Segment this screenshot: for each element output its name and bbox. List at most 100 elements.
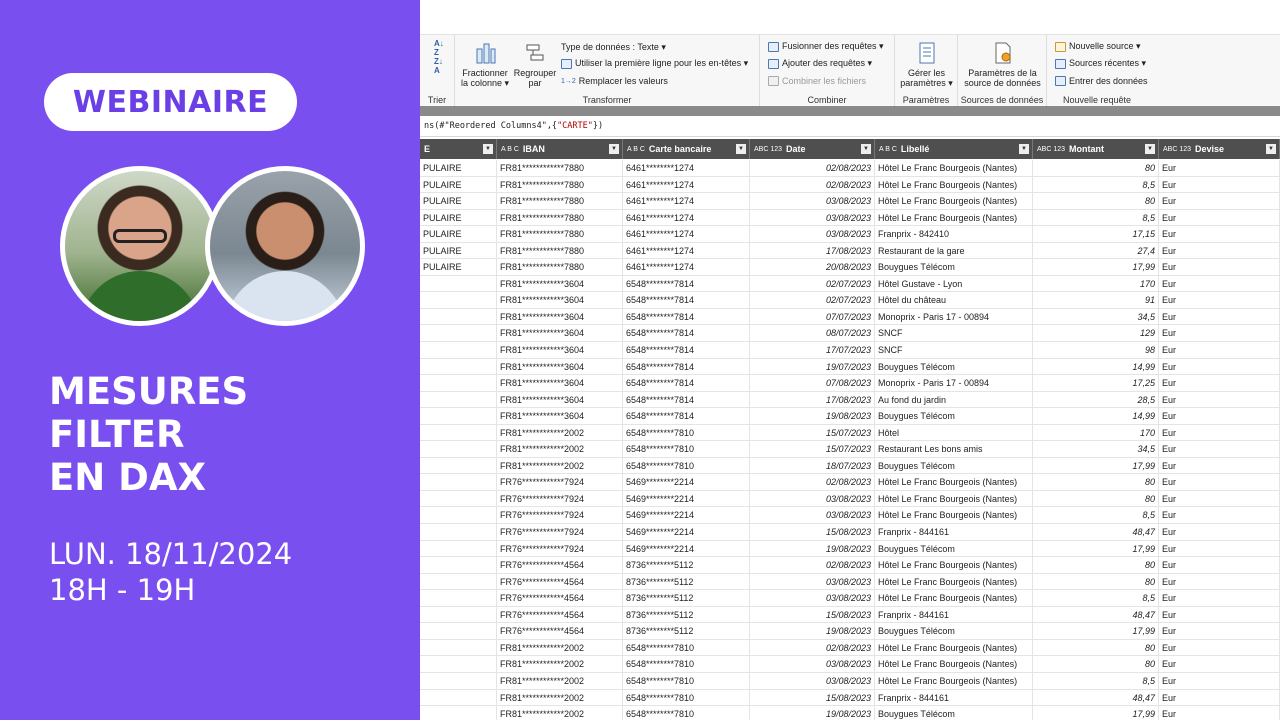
type-cell[interactable] xyxy=(420,557,497,574)
date-cell[interactable]: 19/08/2023 xyxy=(750,408,875,425)
amount-cell[interactable]: 80 xyxy=(1033,639,1159,657)
amount-cell[interactable]: 17,99 xyxy=(1033,259,1159,276)
currency-cell[interactable]: Eur xyxy=(1159,557,1280,574)
currency-cell[interactable]: Eur xyxy=(1159,623,1280,640)
date-cell[interactable]: 15/08/2023 xyxy=(750,606,875,624)
card-cell[interactable]: 5469********2214 xyxy=(623,524,750,541)
table-row[interactable]: FR81************2002 6548********7810 19/0… xyxy=(420,706,1280,720)
table-row[interactable]: FR76************4564 8736********5112 03/0… xyxy=(420,573,1280,591)
card-cell[interactable]: 6548********7810 xyxy=(623,672,750,690)
date-cell[interactable]: 02/08/2023 xyxy=(750,160,875,177)
label-cell[interactable]: Hôtel du château xyxy=(875,292,1033,309)
iban-cell[interactable]: FR76************4564 xyxy=(497,623,623,640)
type-cell[interactable] xyxy=(420,342,497,359)
date-cell[interactable]: 03/08/2023 xyxy=(750,590,875,607)
append-queries-button[interactable]: Ajouter des requêtes ▾ xyxy=(768,58,872,69)
label-cell[interactable]: Bouygues Télécom xyxy=(875,259,1033,276)
column-header-libelle[interactable]: A B C Libellé ▼ xyxy=(875,139,1033,159)
date-cell[interactable]: 02/08/2023 xyxy=(750,474,875,491)
recent-sources-button[interactable]: Sources récentes ▾ xyxy=(1055,58,1146,69)
card-cell[interactable]: 6548********7814 xyxy=(623,325,750,343)
iban-cell[interactable]: FR76************7924 xyxy=(497,507,623,525)
type-cell[interactable] xyxy=(420,606,497,624)
table-row[interactable]: FR81************2002 6548********7810 03/0… xyxy=(420,656,1280,673)
currency-cell[interactable]: Eur xyxy=(1159,292,1280,309)
type-cell[interactable] xyxy=(420,540,497,558)
table-row[interactable]: FR81************2002 6548********7810 02/0… xyxy=(420,639,1280,657)
column-header-devise[interactable]: ABC 123 Devise ▼ xyxy=(1159,139,1280,159)
type-cell[interactable] xyxy=(420,639,497,657)
card-cell[interactable]: 8736********5112 xyxy=(623,573,750,591)
iban-cell[interactable]: FR81************7880 xyxy=(497,209,623,227)
table-row[interactable]: FR76************7924 5469********2214 19/0… xyxy=(420,540,1280,558)
iban-cell[interactable]: FR81************3604 xyxy=(497,375,623,392)
card-cell[interactable]: 8736********5112 xyxy=(623,590,750,607)
date-cell[interactable]: 17/07/2023 xyxy=(750,342,875,359)
amount-cell[interactable]: 8,5 xyxy=(1033,590,1159,607)
type-cell[interactable]: PULAIRE xyxy=(420,160,497,177)
card-cell[interactable]: 6548********7814 xyxy=(623,375,750,392)
date-cell[interactable]: 19/07/2023 xyxy=(750,358,875,376)
type-cell[interactable] xyxy=(420,292,497,309)
amount-cell[interactable]: 80 xyxy=(1033,193,1159,210)
table-row[interactable]: FR81************3604 6548********7814 17/0… xyxy=(420,391,1280,409)
date-cell[interactable]: 19/08/2023 xyxy=(750,706,875,720)
type-cell[interactable] xyxy=(420,689,497,707)
amount-cell[interactable]: 8,5 xyxy=(1033,672,1159,690)
date-cell[interactable]: 15/08/2023 xyxy=(750,689,875,707)
table-row[interactable]: FR81************2002 6548********7810 15/0… xyxy=(420,424,1280,442)
label-cell[interactable]: Restaurant Les bons amis xyxy=(875,441,1033,458)
amount-cell[interactable]: 91 xyxy=(1033,292,1159,309)
amount-cell[interactable]: 34,5 xyxy=(1033,308,1159,326)
card-cell[interactable]: 6548********7810 xyxy=(623,706,750,720)
card-cell[interactable]: 6548********7810 xyxy=(623,441,750,458)
type-cell[interactable]: PULAIRE xyxy=(420,176,497,194)
label-cell[interactable]: Hôtel Le Franc Bourgeois (Nantes) xyxy=(875,490,1033,508)
card-cell[interactable]: 6548********7814 xyxy=(623,308,750,326)
data-source-settings-button[interactable]: Paramètres de la source de données xyxy=(960,41,1045,88)
label-cell[interactable]: Franprix - 842410 xyxy=(875,226,1033,243)
type-cell[interactable] xyxy=(420,507,497,525)
date-cell[interactable]: 02/08/2023 xyxy=(750,639,875,657)
amount-cell[interactable]: 17,99 xyxy=(1033,623,1159,640)
card-cell[interactable]: 6461********1274 xyxy=(623,242,750,260)
currency-cell[interactable]: Eur xyxy=(1159,358,1280,376)
card-cell[interactable]: 6461********1274 xyxy=(623,259,750,276)
table-row[interactable]: FR76************4564 8736********5112 19/0… xyxy=(420,623,1280,640)
amount-cell[interactable]: 28,5 xyxy=(1033,391,1159,409)
date-cell[interactable]: 03/08/2023 xyxy=(750,226,875,243)
currency-cell[interactable]: Eur xyxy=(1159,209,1280,227)
iban-cell[interactable]: FR81************2002 xyxy=(497,689,623,707)
amount-cell[interactable]: 80 xyxy=(1033,573,1159,591)
card-cell[interactable]: 6548********7814 xyxy=(623,292,750,309)
table-row[interactable]: PULAIRE FR81************7880 6461********1… xyxy=(420,160,1280,177)
table-row[interactable]: FR76************4564 8736********5112 15/0… xyxy=(420,606,1280,624)
iban-cell[interactable]: FR81************3604 xyxy=(497,358,623,376)
table-row[interactable]: PULAIRE FR81************7880 6461********1… xyxy=(420,242,1280,260)
date-cell[interactable]: 17/08/2023 xyxy=(750,242,875,260)
table-row[interactable]: FR81************3604 6548********7814 17/0… xyxy=(420,342,1280,359)
date-cell[interactable]: 03/08/2023 xyxy=(750,656,875,673)
card-cell[interactable]: 6461********1274 xyxy=(623,160,750,177)
column-header-carte[interactable]: A B C Carte bancaire ▼ xyxy=(623,139,750,159)
type-cell[interactable]: PULAIRE xyxy=(420,193,497,210)
iban-cell[interactable]: FR81************7880 xyxy=(497,259,623,276)
currency-cell[interactable]: Eur xyxy=(1159,639,1280,657)
table-row[interactable]: PULAIRE FR81************7880 6461********1… xyxy=(420,259,1280,276)
label-cell[interactable]: Monoprix - Paris 17 - 00894 xyxy=(875,308,1033,326)
date-cell[interactable]: 03/08/2023 xyxy=(750,672,875,690)
table-row[interactable]: FR76************4564 8736********5112 02/0… xyxy=(420,557,1280,574)
table-row[interactable]: FR81************3604 6548********7814 19/0… xyxy=(420,358,1280,376)
date-cell[interactable]: 19/08/2023 xyxy=(750,540,875,558)
table-row[interactable]: PULAIRE FR81************7880 6461********1… xyxy=(420,176,1280,194)
currency-cell[interactable]: Eur xyxy=(1159,524,1280,541)
currency-cell[interactable]: Eur xyxy=(1159,176,1280,194)
table-row[interactable]: FR81************3604 6548********7814 07/0… xyxy=(420,375,1280,392)
label-cell[interactable]: Hôtel Le Franc Bourgeois (Nantes) xyxy=(875,672,1033,690)
card-cell[interactable]: 6548********7814 xyxy=(623,342,750,359)
type-cell[interactable] xyxy=(420,408,497,425)
date-cell[interactable]: 02/08/2023 xyxy=(750,176,875,194)
iban-cell[interactable]: FR81************7880 xyxy=(497,193,623,210)
column-header-date[interactable]: ABC 123 Date ▼ xyxy=(750,139,875,159)
iban-cell[interactable]: FR76************7924 xyxy=(497,490,623,508)
